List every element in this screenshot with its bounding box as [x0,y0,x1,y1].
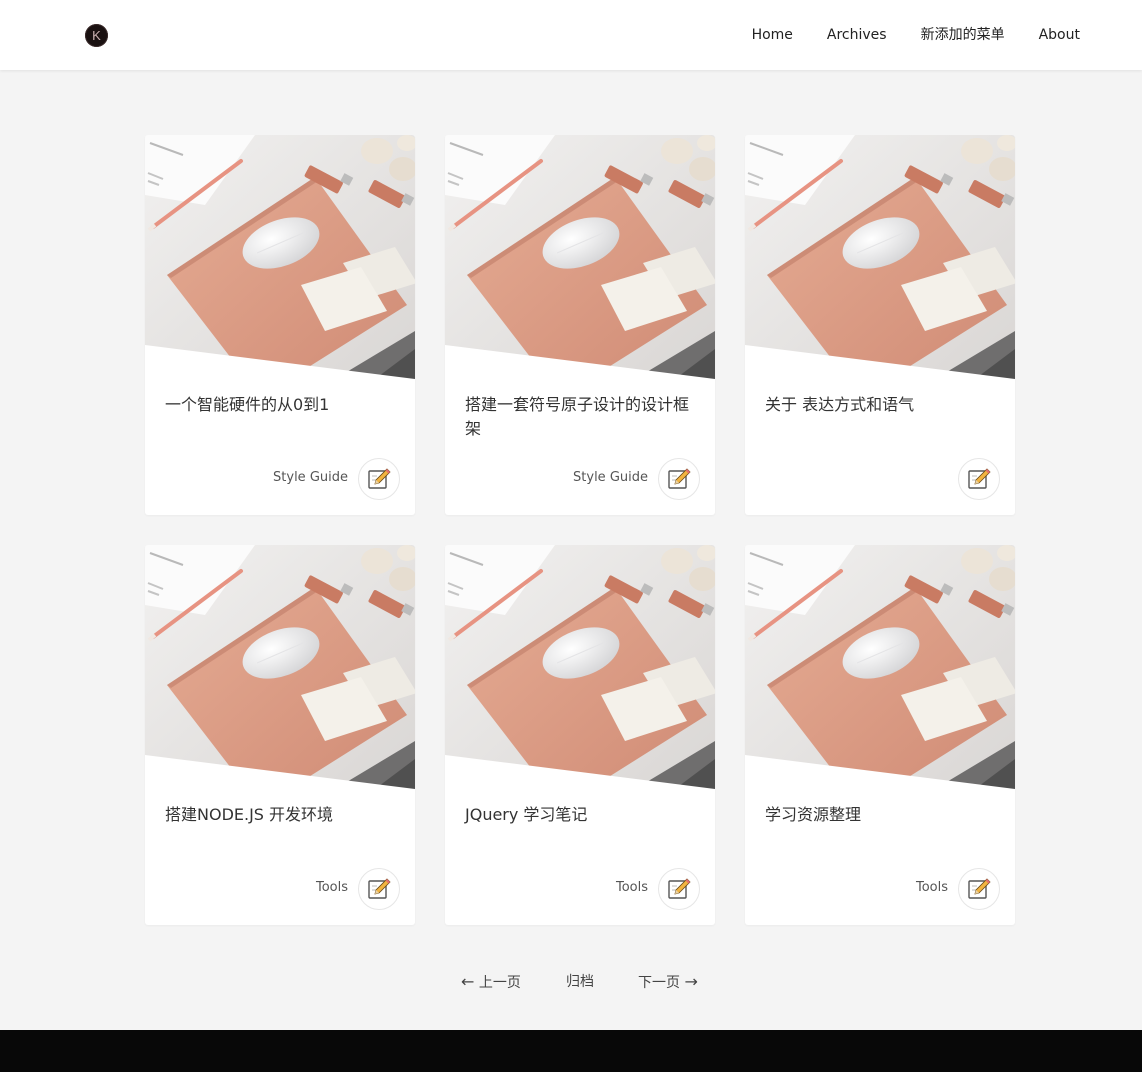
site-header: K Home Archives 新添加的菜单 About [0,0,1142,70]
post-title[interactable]: JQuery 学习笔记 [465,803,697,827]
main-nav: Home Archives 新添加的菜单 About [718,27,1080,43]
site-logo[interactable]: K [85,24,108,47]
post-thumbnail[interactable] [145,135,415,379]
edit-button[interactable] [658,458,700,500]
post-title[interactable]: 搭建NODE.JS 开发环境 [165,803,397,827]
archive-link[interactable]: 归档 [566,972,594,992]
post-card[interactable]: 学习资源整理 Tools [745,545,1015,925]
post-category[interactable]: Tools [616,879,648,897]
post-thumbnail[interactable] [145,545,415,789]
edit-note-icon [367,467,391,491]
edit-button[interactable] [958,458,1000,500]
edit-button[interactable] [658,868,700,910]
edit-note-icon [667,467,691,491]
arrow-right-icon: → [684,972,698,991]
next-page-label: 下一页 [638,975,680,991]
post-card[interactable]: 一个智能硬件的从0到1 Style Guide [145,135,415,515]
edit-note-icon [967,877,991,901]
prev-page-link[interactable]: ← 上一页 [461,972,521,993]
post-title[interactable]: 搭建一套符号原子设计的设计框架 [465,393,697,441]
post-category[interactable]: Tools [916,879,948,897]
edit-button[interactable] [958,868,1000,910]
post-thumbnail[interactable] [745,135,1015,379]
post-title[interactable]: 一个智能硬件的从0到1 [165,393,397,417]
post-thumbnail[interactable] [745,545,1015,789]
edit-note-icon [367,877,391,901]
post-category[interactable]: Tools [316,879,348,897]
edit-button[interactable] [358,458,400,500]
arrow-left-icon: ← [461,972,475,991]
nav-home[interactable]: Home [752,27,793,43]
nav-about[interactable]: About [1039,27,1080,43]
post-card[interactable]: 关于 表达方式和语气 [745,135,1015,515]
prev-page-label: 上一页 [478,975,521,991]
post-card[interactable]: JQuery 学习笔记 Tools [445,545,715,925]
post-card[interactable]: 搭建一套符号原子设计的设计框架 Style Guide [445,135,715,515]
pagination: ← 上一页 归档 下一页 → [0,972,1142,994]
site-footer [0,1030,1142,1072]
edit-note-icon [967,467,991,491]
post-grid: 一个智能硬件的从0到1 Style Guide 搭建一套符号原子设计的设计框架 … [145,135,1015,925]
post-category[interactable]: Style Guide [573,469,648,487]
next-page-link[interactable]: 下一页 → [638,972,698,993]
post-card[interactable]: 搭建NODE.JS 开发环境 Tools [145,545,415,925]
nav-archives[interactable]: Archives [827,27,887,43]
edit-note-icon [667,877,691,901]
post-title[interactable]: 关于 表达方式和语气 [765,393,997,417]
edit-button[interactable] [358,868,400,910]
post-title[interactable]: 学习资源整理 [765,803,997,827]
post-thumbnail[interactable] [445,135,715,379]
post-thumbnail[interactable] [445,545,715,789]
post-category[interactable]: Style Guide [273,469,348,487]
nav-new-menu[interactable]: 新添加的菜单 [921,27,1005,43]
